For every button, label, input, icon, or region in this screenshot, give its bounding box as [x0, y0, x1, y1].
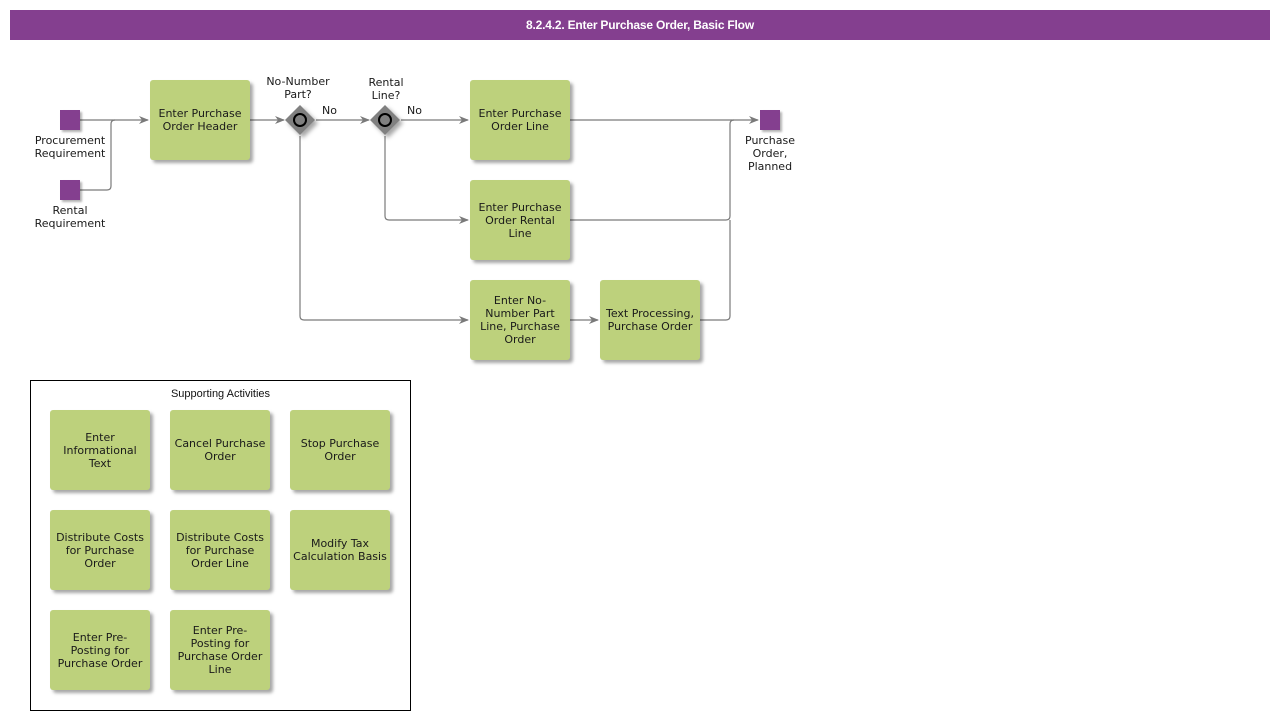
label-line: Rental: [52, 204, 88, 217]
gateway-rental-line: [370, 105, 400, 135]
gateway-label-no-number-part: No-Number Part?: [258, 75, 338, 101]
task-text-processing[interactable]: Text Processing, Purchase Order: [600, 280, 700, 360]
task-enter-po-header[interactable]: Enter Purchase Order Header: [150, 80, 250, 160]
flow-gateway1-to-no-number-line: [299, 136, 469, 324]
support-task-stop-po[interactable]: Stop Purchase Order: [290, 410, 390, 490]
task-enter-no-number-part-line[interactable]: Enter No-Number Part Line, Purchase Orde…: [470, 280, 570, 360]
label-line: Requirement: [34, 147, 106, 160]
label-procurement-requirement: Procurement Requirement: [20, 134, 120, 160]
label-line: Requirement: [34, 217, 106, 230]
label-line: Procurement: [34, 134, 106, 147]
flow-label-no-2: No: [407, 104, 422, 117]
gateway-label-rental-line: Rental Line?: [346, 76, 426, 102]
support-task-modify-tax-basis[interactable]: Modify Tax Calculation Basis: [290, 510, 390, 590]
support-task-pre-posting-po-line[interactable]: Enter Pre-Posting for Purchase Order Lin…: [170, 610, 270, 690]
flow-text-processing-to-end: [700, 220, 731, 321]
task-enter-po-line[interactable]: Enter Purchase Order Line: [470, 80, 570, 160]
end-event-purchase-order-planned[interactable]: [760, 110, 780, 130]
flow-rental-line-to-end: [570, 119, 735, 221]
supporting-activities-title: Supporting Activities: [170, 388, 271, 400]
support-task-pre-posting-po[interactable]: Enter Pre-Posting for Purchase Order: [50, 610, 150, 690]
label-line: Purchase: [745, 134, 795, 147]
flow-label-no-1: No: [322, 104, 337, 117]
gateway-no-number-part: [285, 105, 315, 135]
start-event-rental-requirement[interactable]: [60, 180, 80, 200]
task-enter-po-rental-line[interactable]: Enter Purchase Order Rental Line: [470, 180, 570, 260]
label-purchase-order-planned: Purchase Order, Planned: [720, 134, 820, 173]
label-rental-requirement: Rental Requirement: [20, 204, 120, 230]
label-line: Planned: [747, 160, 793, 173]
label-line: Rental: [368, 76, 404, 89]
label-line: Line?: [371, 89, 401, 102]
flow-gateway2-to-rental-line: [384, 136, 469, 224]
label-line: Order,: [752, 147, 788, 160]
label-line: No-Number: [266, 75, 330, 88]
start-event-procurement-requirement[interactable]: [60, 110, 80, 130]
support-task-enter-informational-text[interactable]: Enter Informational Text: [50, 410, 150, 490]
support-task-distribute-costs-po[interactable]: Distribute Costs for Purchase Order: [50, 510, 150, 590]
support-task-cancel-po[interactable]: Cancel Purchase Order: [170, 410, 270, 490]
label-line: Part?: [284, 88, 312, 101]
support-task-distribute-costs-po-line[interactable]: Distribute Costs for Purchase Order Line: [170, 510, 270, 590]
